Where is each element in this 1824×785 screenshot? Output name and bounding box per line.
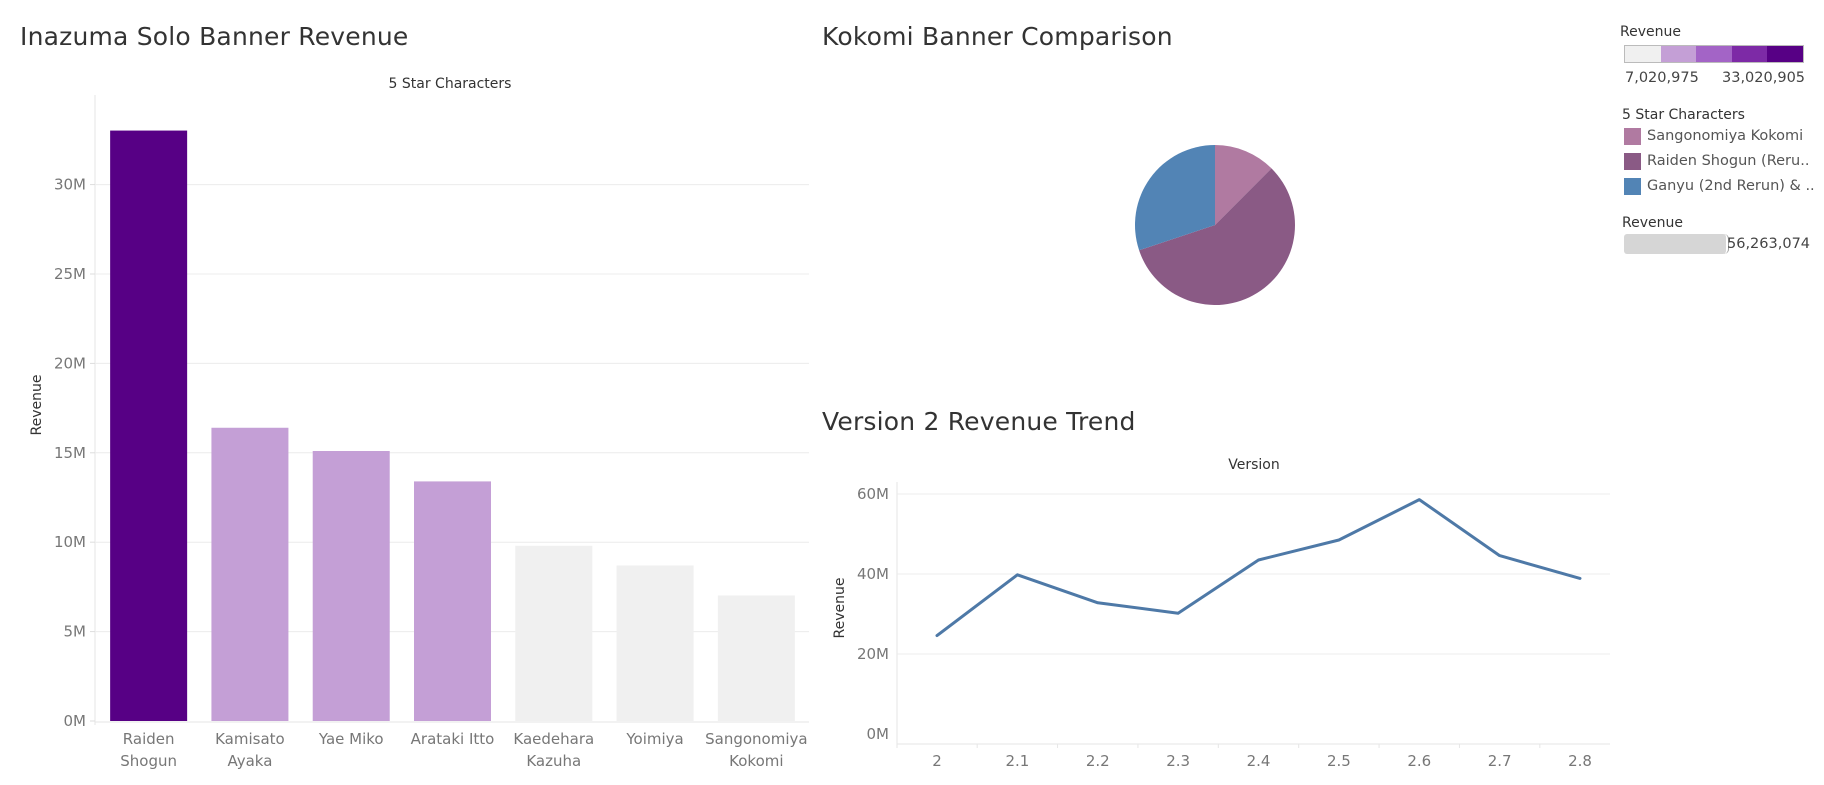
bar-y-tick-label: 25M [54,265,86,283]
legend-swatch [1624,128,1641,145]
bar-chart-title: Inazuma Solo Banner Revenue [20,22,409,51]
bar-x-tick-label: Raiden [123,730,175,748]
bar-x-tick-label: Yoimiya [625,730,683,748]
bar-3[interactable] [312,451,390,721]
line-x-tick-label: 2.7 [1488,752,1512,770]
bar-y-tick-label: 5M [64,623,87,641]
bar-x-tick-label: Kaedehara [513,730,594,748]
revenue-color-legend-title: Revenue [1620,24,1681,40]
line-y-tick-label: 0M [867,725,890,743]
revenue-color-min-label: 7,020,975 [1625,70,1699,86]
bar-x-tick-label: Kokomi [729,752,783,770]
legend-item-kokomi[interactable]: Sangonomiya Kokomi [1624,128,1824,146]
line-y-axis-label: Revenue [832,578,848,639]
line-column-header: Version [1228,457,1279,473]
bar-x-tick-label: Shogun [120,752,177,770]
color-ramp-step-1 [1625,46,1661,62]
legend-item-raiden-rerun[interactable]: Raiden Shogun (Reru.. [1624,153,1824,171]
bar-y-tick-label: 30M [54,176,86,194]
bar-y-tick-label: 10M [54,533,86,551]
bar-x-tick-label: Ayaka [227,752,272,770]
color-ramp-step-3 [1696,46,1732,62]
pie-chart [1135,145,1295,306]
bar-x-tick-label: Kamisato [215,730,285,748]
bar-x-tick-label: Arataki Itto [411,730,495,748]
line-x-tick-label: 2.3 [1166,752,1190,770]
bar-1[interactable] [110,130,188,721]
legend-label-kokomi: Sangonomiya Kokomi [1647,128,1804,144]
line-x-tick-label: 2.6 [1407,752,1431,770]
color-ramp-step-4 [1731,46,1768,62]
bar-chart: 5 Star Characters Revenue 0M 5M 10M 15M 20M 2… [29,76,809,770]
bar-4[interactable] [414,481,491,721]
color-ramp-step-2 [1660,46,1697,62]
legend-label-ganyu-rerun: Ganyu (2nd Rerun) & .. [1647,178,1815,194]
legend-swatch [1624,153,1641,170]
bar-x-tick-label: Kazuha [526,752,581,770]
revenue-size-legend-title: Revenue [1622,215,1683,231]
bar-y-tick-label: 0M [64,712,87,730]
revenue-size-bar [1624,234,1726,254]
bar-y-tick-label: 20M [54,354,86,372]
revenue-trend-line [935,498,1582,638]
legend-label-raiden-rerun: Raiden Shogun (Reru.. [1647,153,1810,169]
line-x-tick-label: 2.2 [1086,752,1110,770]
legend-item-ganyu-rerun[interactable]: Ganyu (2nd Rerun) & .. [1624,178,1824,196]
bar-5[interactable] [515,545,593,721]
bar-y-tick-label: 15M [54,444,86,462]
bar-7[interactable] [717,595,795,721]
line-x-tick-label: 2.8 [1568,752,1592,770]
bar-x-tick-label: Sangonomiya [705,730,807,748]
line-y-tick-label: 20M [857,645,889,663]
line-x-tick-label: 2.4 [1247,752,1271,770]
characters-legend-title: 5 Star Characters [1622,107,1745,123]
color-ramp-step-5 [1767,46,1803,62]
revenue-color-ramp [1624,45,1804,63]
bar-x-tick-label: Yae Miko [318,730,384,748]
line-chart-title: Version 2 Revenue Trend [822,407,1136,436]
bar-6[interactable] [616,565,694,721]
line-y-tick-label: 60M [857,485,889,503]
bar-column-header: 5 Star Characters [389,76,512,92]
line-x-tick-label: 2 [932,752,942,770]
bar-2[interactable] [211,427,289,721]
revenue-size-max-label: 56,263,074 [1727,236,1811,252]
bar-y-axis-label: Revenue [29,375,45,436]
line-chart: Version Revenue 0M 20M 40M 60M 2 2.1 2.2 2.3 2.… [832,457,1610,770]
line-x-tick-label: 2.5 [1327,752,1351,770]
pie-chart-title: Kokomi Banner Comparison [822,22,1173,51]
revenue-color-max-label: 33,020,905 [1722,70,1806,86]
line-y-tick-label: 40M [857,565,889,583]
line-x-tick-label: 2.1 [1005,752,1029,770]
legend-swatch [1624,178,1641,195]
